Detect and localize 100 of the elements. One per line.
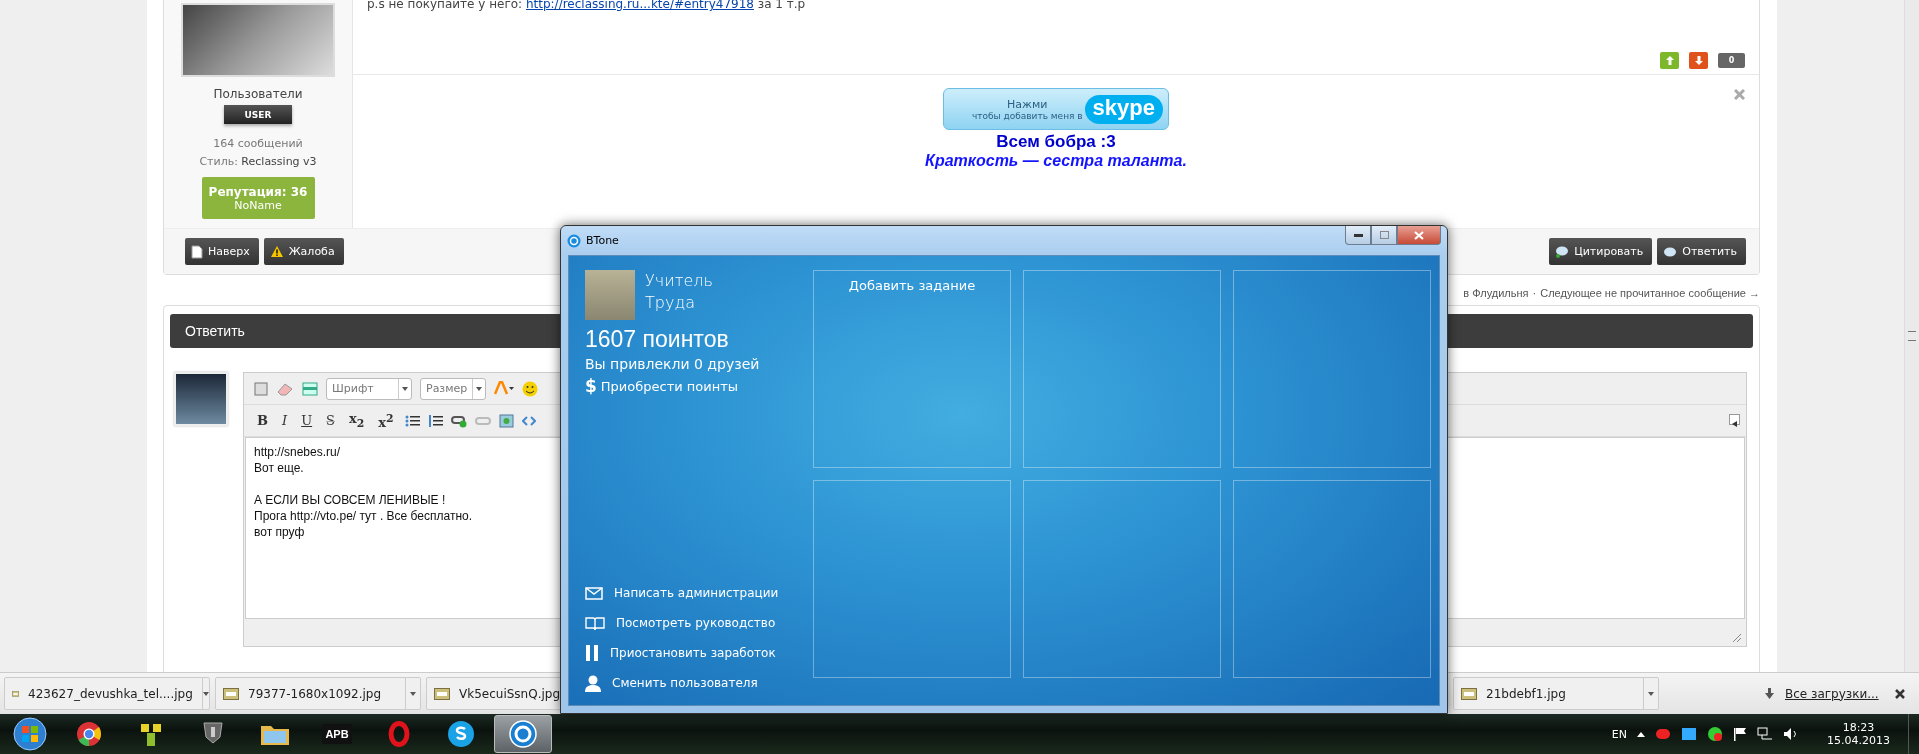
- user-badge: USER: [224, 105, 292, 124]
- skype-logo: skype: [1084, 94, 1163, 124]
- resize-handle-icon[interactable]: [1732, 633, 1742, 643]
- tray-expand-icon[interactable]: [1637, 731, 1645, 737]
- buy-points-link[interactable]: $ Приобрести поинты: [585, 376, 799, 396]
- book-icon: [585, 615, 605, 631]
- window-menu-item[interactable]: Посмотреть руководство: [585, 613, 799, 633]
- caret-icon: [1648, 691, 1654, 696]
- size-select[interactable]: Размер: [420, 377, 486, 400]
- pause-icon: [585, 645, 599, 661]
- minimize-icon: [1353, 233, 1363, 237]
- arrow-down-icon: [1694, 56, 1703, 65]
- download-arrow-icon: [1765, 688, 1774, 699]
- download-item[interactable]: 79377-1680x1092.jpg: [215, 677, 421, 710]
- tray-app-icon[interactable]: [1707, 726, 1723, 742]
- post-action-button[interactable]: Ответить: [1657, 238, 1746, 265]
- format-button[interactable]: x$_{2}$: [346, 411, 368, 430]
- user-first-name: Учитель: [645, 270, 714, 292]
- vote-down-button[interactable]: [1689, 52, 1708, 69]
- jpg-file-icon: [223, 687, 239, 700]
- user-group: Пользователи: [213, 87, 303, 101]
- post-count: 164 сообщений: [213, 137, 303, 150]
- table-icon[interactable]: [302, 381, 318, 396]
- caret-icon: [410, 691, 416, 696]
- network-icon[interactable]: [1757, 727, 1773, 741]
- nav-separator: ·: [1532, 287, 1537, 299]
- speech-bubble-icon: [1555, 245, 1570, 258]
- format-button[interactable]: I: [279, 413, 291, 428]
- avatar-photo-placeholder: [585, 270, 635, 320]
- close-button[interactable]: [1397, 226, 1441, 245]
- minimize-button[interactable]: [1345, 226, 1371, 245]
- all-downloads-link[interactable]: Все загрузки...: [1785, 686, 1879, 701]
- signature-greeting: Всем бобра :3: [996, 132, 1116, 152]
- user-icon: [585, 674, 601, 692]
- chrome-icon[interactable]: [76, 721, 102, 747]
- caret-icon: [202, 691, 209, 696]
- caret-icon: [476, 386, 482, 391]
- font-select[interactable]: Шрифт: [326, 377, 412, 400]
- caret-left-icon: [1732, 421, 1737, 427]
- link-icon[interactable]: [450, 413, 467, 428]
- signature-quote: Краткость — сестра таланта.: [925, 152, 1187, 170]
- user-last-name: Труда: [645, 292, 697, 314]
- post-action-button[interactable]: Наверх: [185, 238, 259, 265]
- speech-bubble-icon: [1663, 245, 1678, 258]
- jpg-file-icon: [1461, 687, 1477, 700]
- language-indicator[interactable]: EN: [1611, 727, 1627, 741]
- tray-app-icon[interactable]: [1681, 727, 1697, 741]
- maximize-icon: [1379, 231, 1389, 239]
- download-item[interactable]: 423627_devushka_tel....jpg: [4, 677, 210, 710]
- windows-logo-icon: [13, 717, 47, 751]
- app-logo-icon: [567, 233, 581, 248]
- format-button[interactable]: B: [254, 413, 271, 428]
- page-icon: [191, 244, 203, 259]
- taskbar-app-button[interactable]: APB: [308, 715, 366, 753]
- caret-icon: [402, 386, 408, 391]
- close-icon: [1414, 230, 1424, 240]
- tray-app-icon[interactable]: [1655, 727, 1671, 741]
- skype-button-text: чтобы добавить меня в: [971, 110, 1083, 121]
- forum-link[interactable]: в Флудильня: [1463, 287, 1529, 299]
- smiley-icon[interactable]: [522, 380, 538, 397]
- maximize-button[interactable]: [1371, 226, 1397, 245]
- volume-icon[interactable]: [1783, 727, 1799, 741]
- flag-icon[interactable]: [1733, 727, 1747, 741]
- btone-icon[interactable]: [509, 720, 537, 748]
- user-style: Стиль: Reclassing v3: [199, 155, 317, 168]
- bulleted-list-icon[interactable]: [404, 414, 420, 427]
- flower-icon[interactable]: [139, 721, 163, 747]
- start-button[interactable]: [10, 714, 50, 754]
- clock[interactable]: 18:23 15.04.2013: [1827, 721, 1890, 747]
- skype-icon[interactable]: [447, 720, 475, 748]
- next-unread-link[interactable]: Следующее не прочитанное сообщение →: [1540, 287, 1760, 299]
- window-title: BTone: [586, 234, 619, 247]
- post-action-button[interactable]: Жалоба: [263, 238, 344, 265]
- vote-score: 0: [1718, 53, 1745, 68]
- text-color-icon[interactable]: [494, 381, 514, 396]
- image-icon[interactable]: [498, 413, 514, 428]
- post-action-button[interactable]: Цитировать: [1549, 238, 1653, 265]
- window-menu-item[interactable]: Написать администрации: [585, 583, 799, 603]
- avatar-photo-placeholder: [174, 372, 228, 426]
- opera-icon[interactable]: [388, 721, 410, 747]
- scrollbar[interactable]: [1904, 0, 1919, 672]
- clock-date: 15.04.2013: [1827, 734, 1890, 747]
- code-icon[interactable]: [521, 415, 536, 426]
- clock-time: 18:23: [1842, 721, 1875, 734]
- arrow-up-icon: [1665, 56, 1674, 65]
- window-menu-item[interactable]: Приостановить заработок: [585, 643, 799, 663]
- envelope-icon: [585, 586, 603, 600]
- numbered-list-icon[interactable]: [427, 414, 443, 427]
- taskbar-app-button[interactable]: [494, 715, 552, 753]
- warning-icon: [269, 245, 284, 258]
- reputation-text: Репутация: 36: [208, 184, 308, 199]
- collapse-button[interactable]: [1729, 414, 1740, 425]
- reputation-name: NoName: [234, 198, 282, 212]
- friends-count: Вы привлекли 0 друзей: [585, 356, 761, 372]
- format-button[interactable]: U: [298, 413, 316, 428]
- jpg-file-icon: [434, 687, 450, 700]
- format-button[interactable]: x$^{2}$: [375, 411, 397, 430]
- skype-button-text: Нажми: [1007, 97, 1048, 111]
- download-item[interactable]: 21bdebf1.jpg: [1453, 677, 1659, 710]
- close-icon[interactable]: [1894, 688, 1905, 699]
